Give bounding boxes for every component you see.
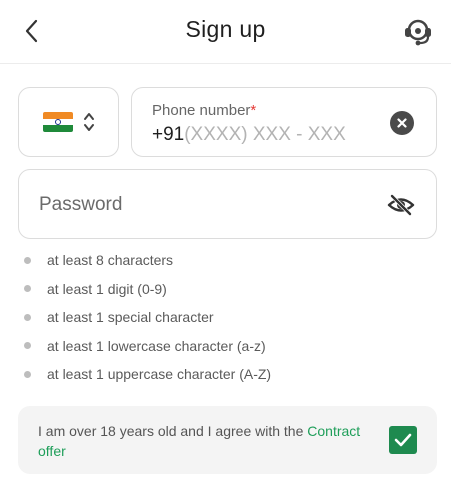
clear-icon: [397, 118, 407, 128]
password-rule: at least 8 characters: [24, 246, 271, 275]
rule-text: at least 1 special character: [47, 309, 214, 326]
bullet-dot: [24, 342, 31, 350]
clear-phone-button[interactable]: [390, 111, 414, 135]
country-code-select[interactable]: [18, 87, 119, 157]
bullet-dot: [24, 256, 31, 264]
bullet-dot: [24, 370, 31, 378]
phone-label-text: Phone number: [152, 102, 251, 119]
country-code-prefix: +91: [152, 124, 185, 145]
agreement-checkbox[interactable]: [389, 426, 417, 454]
rule-text: at least 1 digit (0-9): [47, 280, 167, 297]
password-placeholder: Password: [39, 194, 123, 215]
password-rule: at least 1 digit (0-9): [24, 275, 271, 304]
rule-text: at least 1 lowercase character (a-z): [47, 337, 266, 354]
password-field[interactable]: Password: [18, 169, 437, 239]
page-title: Sign up: [185, 16, 266, 42]
agreement-text: I am over 18 years old and I agree with …: [38, 421, 378, 461]
age-agreement-box: I am over 18 years old and I agree with …: [18, 406, 437, 474]
phone-number-label: Phone number*: [152, 102, 256, 119]
up-down-chevron-icon: [83, 113, 94, 131]
phone-number-input[interactable]: +91(XXXX) XXX - XXX: [152, 124, 346, 146]
password-rule: at least 1 uppercase character (A-Z): [24, 360, 271, 389]
headset-support-icon: [405, 19, 431, 46]
bullet-dot: [24, 313, 31, 321]
india-flag-icon: [42, 112, 73, 132]
support-button[interactable]: [399, 12, 437, 50]
toggle-password-visibility-button[interactable]: [386, 191, 416, 219]
bullet-dot: [24, 285, 31, 293]
checkmark-icon: [394, 433, 412, 447]
rule-text: at least 8 characters: [47, 252, 174, 269]
phone-number-field[interactable]: Phone number* +91(XXXX) XXX - XXX: [131, 87, 437, 157]
password-rule: at least 1 special character: [24, 303, 271, 332]
required-mark: *: [250, 102, 257, 119]
eye-off-icon: [387, 194, 415, 216]
password-rule: at least 1 lowercase character (a-z): [24, 332, 271, 361]
phone-mask-placeholder: (XXXX) XXX - XXX: [184, 124, 346, 145]
agreement-statement: I am over 18 years old and I agree with …: [38, 423, 308, 439]
password-rules-list: at least 8 characters at least 1 digit (…: [24, 246, 271, 389]
app-header: Sign up: [0, 0, 451, 64]
rule-text: at least 1 uppercase character (A-Z): [47, 366, 272, 383]
